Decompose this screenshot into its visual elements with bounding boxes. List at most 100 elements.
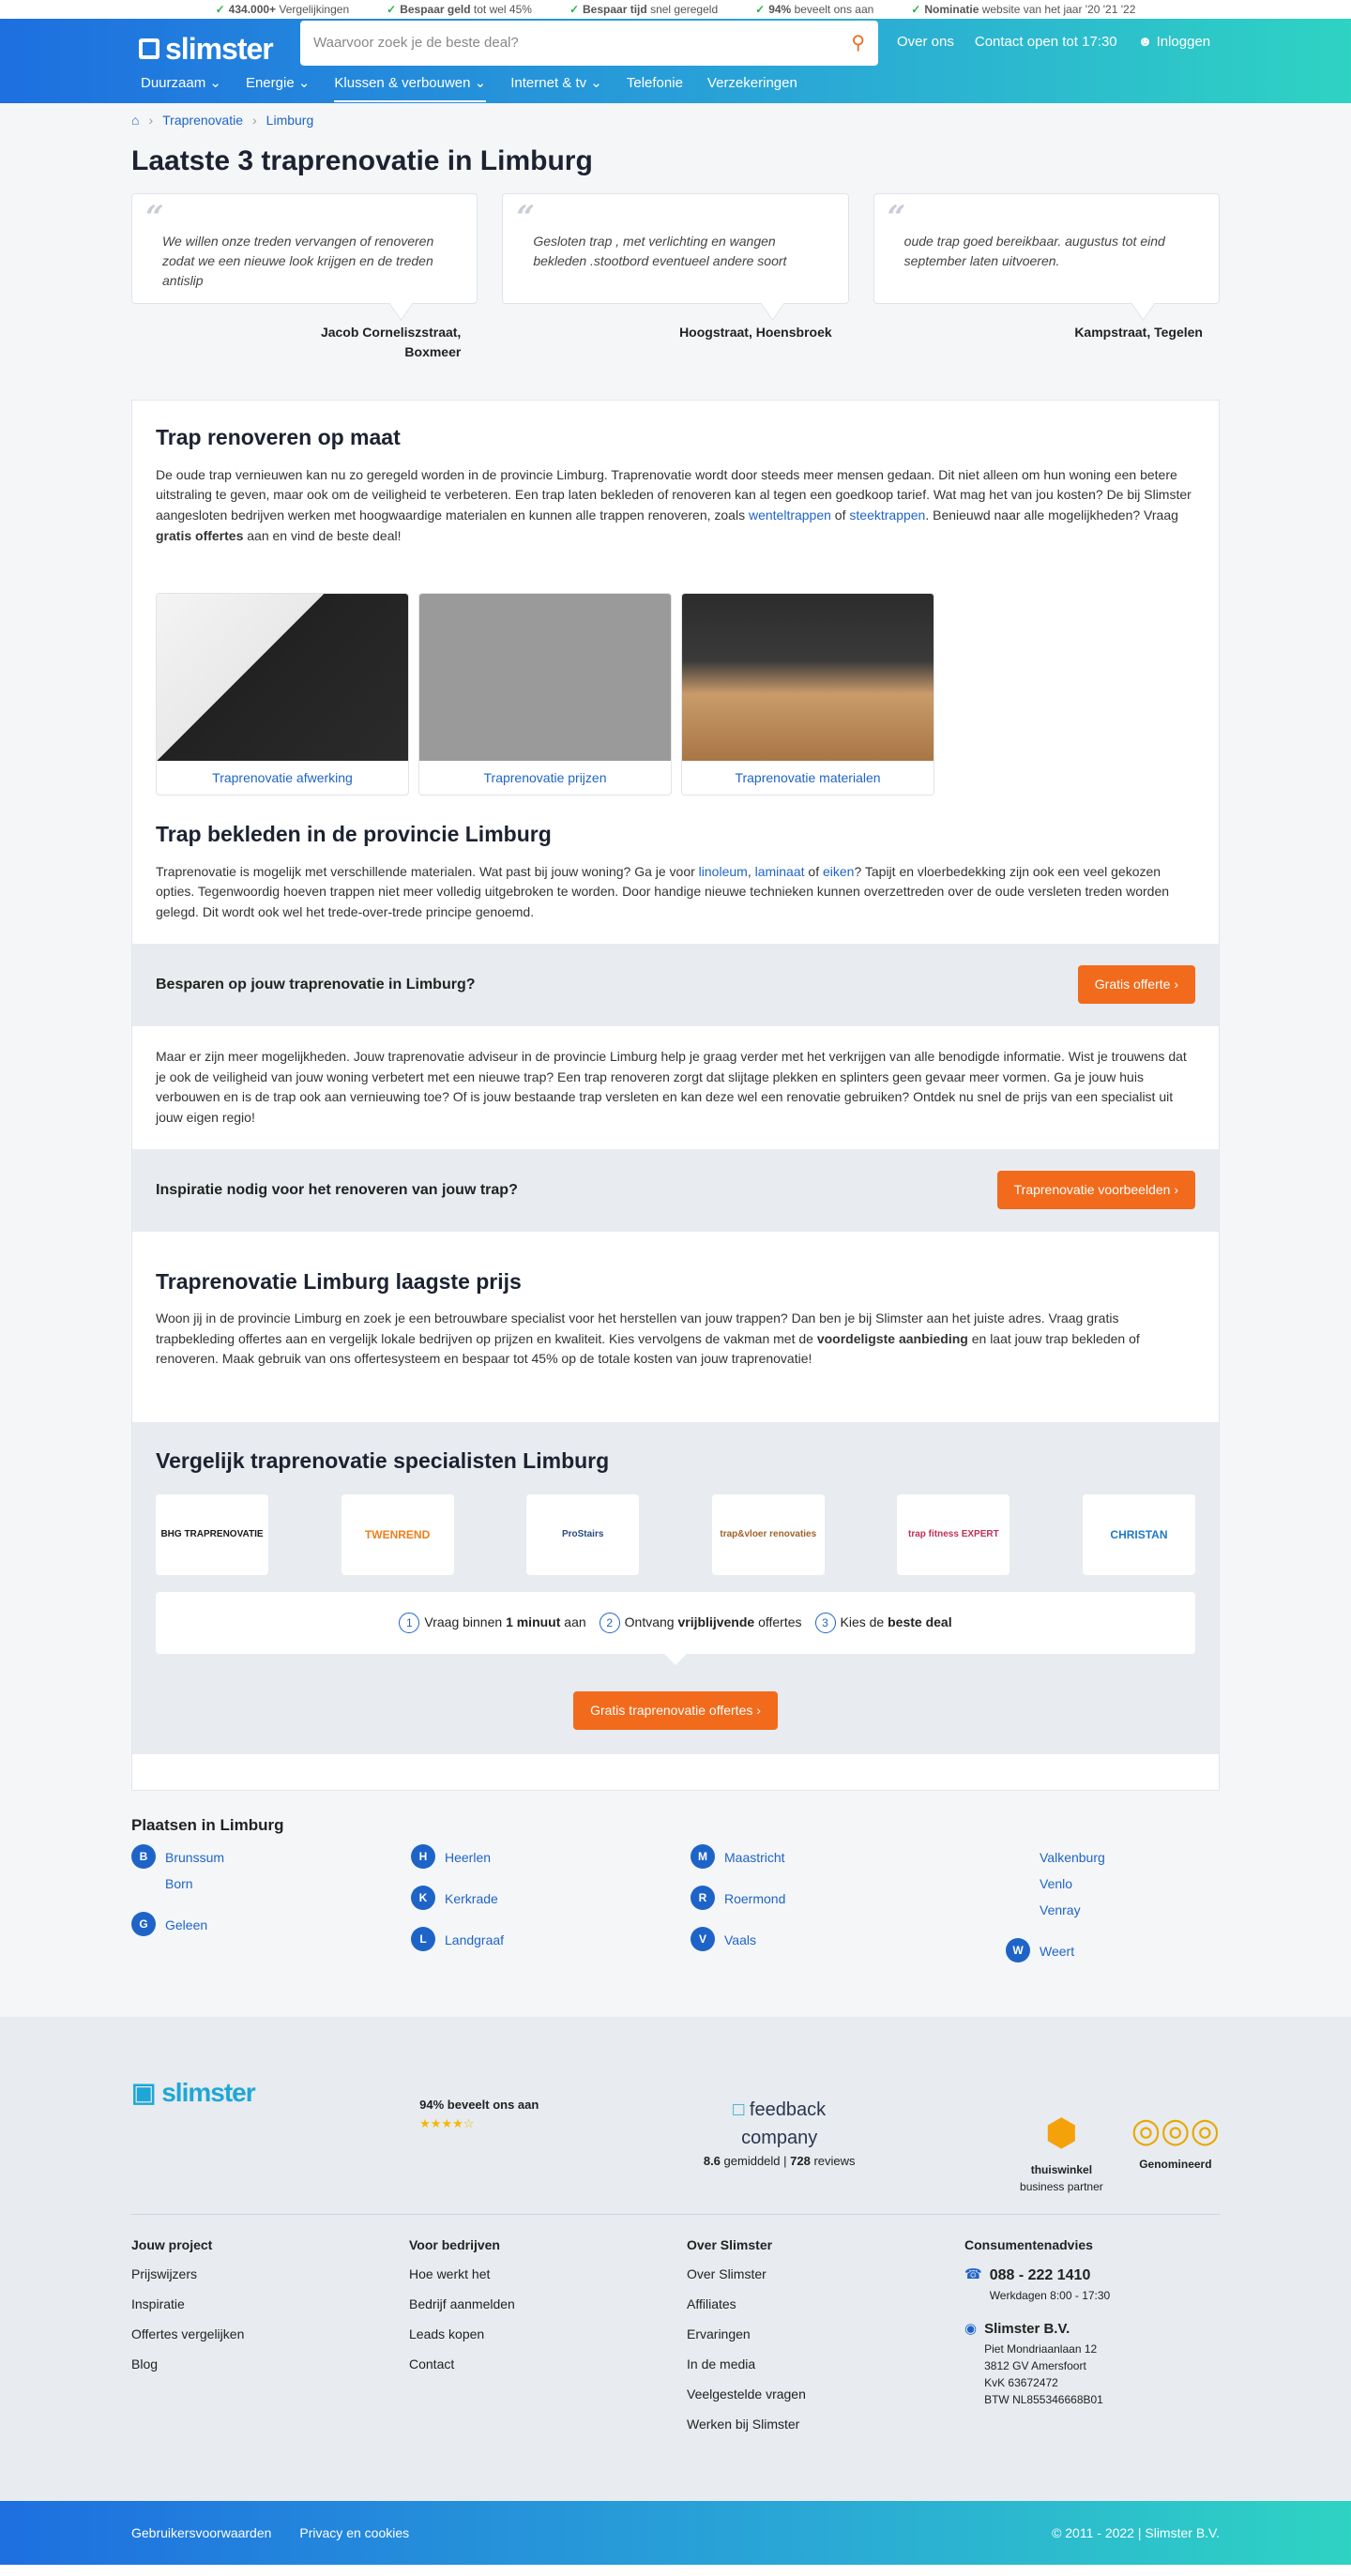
user-icon: ☻ bbox=[1137, 34, 1157, 50]
step: 1 Vraag binnen 1 minuut aan bbox=[399, 1612, 586, 1633]
check-icon: ✓ bbox=[755, 3, 766, 16]
login-link[interactable]: ☻ Inloggen bbox=[1138, 32, 1211, 53]
footer-col: Voor bedrijven Hoe werkt het Bedrijf aanm… bbox=[409, 2235, 687, 2445]
gratis-offertes-button[interactable]: Gratis traprenovatie offertes › bbox=[573, 1690, 778, 1730]
company-logo[interactable]: TWENREND bbox=[341, 1493, 454, 1575]
footer-link[interactable]: Offertes vergelijken bbox=[131, 2325, 409, 2344]
company-logo[interactable]: BHG TRAPRENOVATIE bbox=[156, 1493, 268, 1575]
copyright: © 2011 - 2022 | Slimster B.V. bbox=[1052, 2524, 1220, 2540]
places-column: M Maastricht R Roermond V Vaals bbox=[691, 1844, 1006, 1979]
place-link[interactable]: Maastricht bbox=[724, 1844, 785, 1871]
places-group: G Geleen bbox=[131, 1912, 411, 1938]
footer-link[interactable]: Bedrijf aanmelden bbox=[409, 2295, 687, 2314]
footer-link[interactable]: Werken bij Slimster bbox=[687, 2415, 964, 2434]
place-link[interactable]: Vaals bbox=[724, 1927, 756, 1953]
footer-link[interactable]: Leads kopen bbox=[409, 2325, 687, 2344]
logo-icon bbox=[139, 38, 159, 59]
footer-logo[interactable]: ▣ slimster bbox=[131, 2073, 256, 2113]
trust-badges: ⬢ thuiswinkel business partner ◎◎◎ Genomine… bbox=[1020, 2105, 1220, 2195]
section-title: Vergelijk traprenovatie specialisten Lim… bbox=[156, 1448, 610, 1474]
check-icon: ✓ bbox=[215, 3, 225, 16]
over-ons-link[interactable]: Over ons bbox=[897, 32, 954, 53]
voorbeelden-button[interactable]: Traprenovatie voorbeelden › bbox=[996, 1171, 1195, 1210]
consumer-advice: Consumentenadvies ☎ 088 - 222 1410 Werkdag… bbox=[964, 2237, 1111, 2406]
nav-telefonie[interactable]: Telefonie bbox=[627, 73, 683, 102]
footer-link[interactable]: Blog bbox=[131, 2355, 409, 2374]
places-column: B Brunssum Born G Geleen bbox=[131, 1844, 411, 1979]
nomination-badge: ◎◎◎ Genomineerd bbox=[1131, 2105, 1220, 2195]
image-card[interactable]: Traprenovatie materialen bbox=[681, 593, 934, 796]
places-group: W Weert bbox=[1006, 1938, 1220, 1964]
footer-link[interactable]: Over Slimster bbox=[687, 2265, 964, 2284]
place-link[interactable]: Roermond bbox=[724, 1886, 785, 1912]
company-logo[interactable]: trap fitness EXPERT bbox=[897, 1493, 1010, 1575]
place-link[interactable]: Born bbox=[165, 1871, 224, 1897]
letter-badge: M bbox=[691, 1844, 715, 1870]
footer-link[interactable]: Prijswijzers bbox=[131, 2265, 409, 2284]
steektrappen-link[interactable]: steektrappen bbox=[849, 508, 925, 523]
intro-text: De oude trap vernieuwen kan nu zo gerege… bbox=[156, 466, 1192, 543]
image-card[interactable]: Traprenovatie prijzen bbox=[418, 593, 672, 796]
thuiswinkel-badge[interactable]: ⬢ thuiswinkel business partner bbox=[1020, 2105, 1103, 2195]
laminaat-link[interactable]: laminaat bbox=[755, 864, 805, 879]
footer-link[interactable]: Affiliates bbox=[687, 2295, 964, 2314]
footer-link[interactable]: In de media bbox=[687, 2355, 964, 2374]
eiken-link[interactable]: eiken bbox=[823, 864, 854, 879]
place-link[interactable]: Weert bbox=[1040, 1938, 1074, 1964]
privacy-link[interactable]: Privacy en cookies bbox=[299, 2523, 409, 2543]
section-title: Traprenovatie Limburg laagste prijs bbox=[156, 1268, 522, 1294]
search-icon[interactable]: ⚲ bbox=[851, 29, 865, 57]
logo-icon: ▣ bbox=[131, 2078, 162, 2108]
company-logo[interactable]: ProStairs bbox=[526, 1493, 640, 1575]
breadcrumb-traprenovatie[interactable]: Traprenovatie bbox=[162, 111, 243, 130]
place-link[interactable]: Landgraaf bbox=[445, 1927, 504, 1953]
usp-item: ✓ Nominatie website van het jaar '20 '21 … bbox=[911, 3, 1136, 16]
review-card: “oude trap goed bereikbaar. augustus tot… bbox=[873, 193, 1220, 362]
gratis-offerte-button[interactable]: Gratis offerte › bbox=[1077, 965, 1195, 1005]
places-column: H Heerlen K Kerkrade L Landgraaf bbox=[411, 1844, 691, 1979]
place-link[interactable]: Geleen bbox=[165, 1912, 207, 1938]
search-input[interactable]: Waarvoor zoek je de beste deal? ⚲ bbox=[300, 21, 878, 66]
place-link[interactable]: Kerkrade bbox=[445, 1886, 498, 1912]
company-logo[interactable]: trap&vloer renovaties bbox=[711, 1493, 825, 1575]
place-link[interactable]: Brunssum bbox=[165, 1844, 224, 1871]
page-title: Laatste 3 traprenovatie in Limburg bbox=[131, 145, 593, 176]
footer-link[interactable]: Hoe werkt het bbox=[409, 2265, 687, 2284]
breadcrumb-limburg[interactable]: Limburg bbox=[266, 111, 314, 130]
chevron-down-icon: ⌄ bbox=[590, 75, 602, 91]
place-link[interactable]: Venray bbox=[1040, 1897, 1105, 1923]
slimster-logo[interactable]: slimster bbox=[139, 26, 274, 71]
place-link[interactable]: Heerlen bbox=[445, 1844, 491, 1871]
footer-col: Jouw project Prijswijzers Inspiratie Offer… bbox=[131, 2235, 409, 2445]
review-card: “We willen onze treden vervangen of reno… bbox=[131, 193, 478, 362]
home-icon[interactable]: ⌂ bbox=[131, 111, 139, 130]
quote-icon: “ bbox=[887, 199, 906, 236]
quote-icon: “ bbox=[516, 199, 535, 236]
feedback-company[interactable]: □ feedback company 8.6 gemiddeld | 728 re… bbox=[704, 2096, 856, 2171]
image-card[interactable]: Traprenovatie afwerking bbox=[156, 593, 409, 796]
nav-klussen[interactable]: Klussen & verbouwen ⌄ bbox=[334, 73, 487, 102]
company-logo[interactable]: CHRISTAN bbox=[1082, 1493, 1195, 1575]
terms-link[interactable]: Gebruikersvoorwaarden bbox=[131, 2523, 271, 2543]
nav-internet[interactable]: Internet & tv ⌄ bbox=[510, 73, 602, 102]
footer-link[interactable]: Ervaringen bbox=[687, 2325, 964, 2344]
wenteltrappen-link[interactable]: wenteltrappen bbox=[749, 508, 831, 523]
nav-duurzaam[interactable]: Duurzaam ⌄ bbox=[141, 73, 221, 102]
footer-link[interactable]: Veelgestelde vragen bbox=[687, 2385, 964, 2404]
review-author: Hoogstraat, Hoensbroek bbox=[679, 325, 832, 340]
usp-item: ✓ 94% beveelt ons aan bbox=[755, 3, 874, 16]
contact-link[interactable]: Contact open tot 17:30 bbox=[975, 32, 1117, 53]
footer: ▣ slimster 94% beveelt ons aan ★★★★☆ □ fe… bbox=[0, 2017, 1351, 2576]
footer-link[interactable]: Contact bbox=[409, 2355, 687, 2374]
footer-link[interactable]: Inspiratie bbox=[131, 2295, 409, 2314]
nav-verzekeringen[interactable]: Verzekeringen bbox=[707, 73, 797, 102]
section-title: Trap bekleden in de provincie Limburg bbox=[156, 822, 552, 847]
usp-item: ✓ Bespaar tijd snel geregeld bbox=[569, 3, 719, 16]
phone-number[interactable]: 088 - 222 1410 bbox=[990, 2267, 1091, 2283]
linoleum-link[interactable]: linoleum bbox=[699, 864, 748, 879]
places-group: M Maastricht bbox=[691, 1844, 1006, 1871]
place-link[interactable]: Venlo bbox=[1040, 1871, 1105, 1897]
nav-energie[interactable]: Energie ⌄ bbox=[246, 73, 310, 102]
places-section: Plaatsen in Limburg B Brunssum Born G Geleen… bbox=[131, 1813, 1220, 1980]
place-link[interactable]: Valkenburg bbox=[1040, 1844, 1105, 1871]
